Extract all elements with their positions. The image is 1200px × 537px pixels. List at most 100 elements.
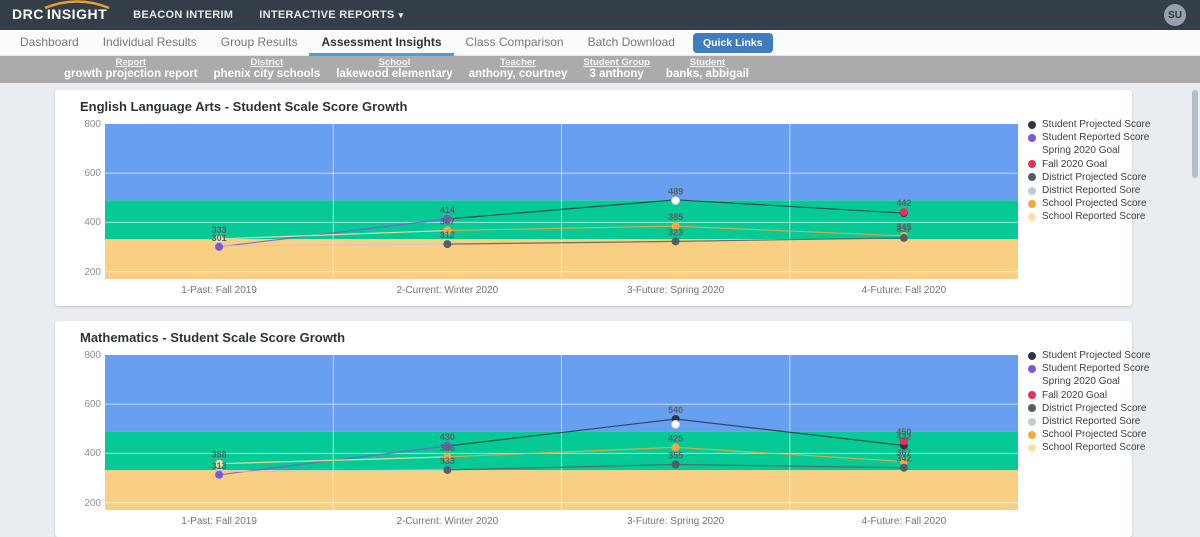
legend-dot-icon bbox=[1028, 121, 1036, 129]
logo-drc-text: DRC bbox=[12, 6, 44, 22]
tab-class-comparison[interactable]: Class Comparison bbox=[454, 30, 576, 56]
data-point-label: 414 bbox=[440, 205, 455, 215]
user-avatar[interactable]: SU bbox=[1164, 4, 1186, 26]
context-label-link[interactable]: Student bbox=[690, 58, 725, 68]
legend-dot-icon bbox=[1028, 365, 1036, 373]
context-label-link[interactable]: Student Group bbox=[583, 58, 650, 68]
data-point-label: 425 bbox=[668, 433, 683, 443]
y-tick-label: 600 bbox=[69, 168, 101, 179]
legend-dot-icon bbox=[1028, 391, 1036, 399]
context-value: lakewood elementary bbox=[336, 68, 452, 81]
data-point-label: 345 bbox=[896, 222, 911, 232]
context-report: Reportgrowth projection report bbox=[64, 58, 198, 81]
x-tick-label: 1-Past: Fall 2019 bbox=[181, 516, 257, 527]
legend-dot-icon bbox=[1028, 173, 1036, 181]
top-navigation-bar: DRC INSIGHT BEACON INTERIM INTERACTIVE R… bbox=[0, 0, 1200, 30]
logo-swoosh-icon bbox=[43, 0, 111, 9]
legend-item-student-projected-score[interactable]: Student Projected Score bbox=[1028, 349, 1188, 362]
context-teacher: Teacheranthony, courtney bbox=[469, 58, 568, 81]
data-point-label: 367 bbox=[440, 217, 455, 227]
context-value: anthony, courtney bbox=[469, 68, 568, 81]
y-tick-label: 400 bbox=[69, 448, 101, 459]
x-axis-labels: 1-Past: Fall 20192-Current: Winter 20203… bbox=[105, 516, 1018, 530]
data-point[interactable] bbox=[900, 208, 908, 216]
context-label-link[interactable]: Teacher bbox=[500, 58, 536, 68]
data-point[interactable] bbox=[215, 243, 223, 251]
context-label-link[interactable]: Report bbox=[115, 58, 146, 68]
data-point-label: 385 bbox=[668, 212, 683, 222]
data-point-label: 312 bbox=[440, 230, 455, 240]
x-tick-label: 3-Future: Spring 2020 bbox=[627, 516, 724, 527]
x-tick-label: 2-Current: Winter 2020 bbox=[397, 285, 499, 296]
report-tab-bar: DashboardIndividual ResultsGroup Results… bbox=[0, 30, 1200, 56]
legend-item-spring-2020-goal[interactable]: Spring 2020 Goal bbox=[1028, 144, 1188, 157]
data-point[interactable] bbox=[672, 420, 680, 428]
legend-item-fall-2020-goal[interactable]: Fall 2020 Goal bbox=[1028, 389, 1188, 402]
data-point[interactable] bbox=[900, 234, 908, 242]
context-value: phenix city schools bbox=[214, 68, 321, 81]
legend-item-school-reported-score[interactable]: School Reported Score bbox=[1028, 210, 1188, 223]
data-point[interactable] bbox=[672, 461, 680, 469]
y-tick-label: 600 bbox=[69, 399, 101, 410]
legend-label: School Reported Score bbox=[1042, 211, 1145, 222]
legend-item-district-reported-sore[interactable]: District Reported Sore bbox=[1028, 184, 1188, 197]
legend-item-spring-2020-goal[interactable]: Spring 2020 Goal bbox=[1028, 375, 1188, 388]
legend-item-school-projected-score[interactable]: School Projected Score bbox=[1028, 197, 1188, 210]
context-label-link[interactable]: School bbox=[379, 58, 411, 68]
x-tick-label: 1-Past: Fall 2019 bbox=[181, 285, 257, 296]
chart-legend: Student Projected ScoreStudent Reported … bbox=[1028, 118, 1188, 224]
data-point[interactable] bbox=[443, 240, 451, 248]
context-value: growth projection report bbox=[64, 68, 198, 81]
data-point-label: 323 bbox=[668, 227, 683, 237]
tab-dashboard[interactable]: Dashboard bbox=[8, 30, 91, 56]
interactive-reports-menu[interactable]: INTERACTIVE REPORTS▾ bbox=[259, 9, 403, 21]
legend-item-district-reported-sore[interactable]: District Reported Sore bbox=[1028, 415, 1188, 428]
tab-assessment-insights[interactable]: Assessment Insights bbox=[309, 30, 453, 56]
tab-group-results[interactable]: Group Results bbox=[209, 30, 310, 56]
legend-item-fall-2020-goal[interactable]: Fall 2020 Goal bbox=[1028, 158, 1188, 171]
context-value: 3 anthony bbox=[590, 68, 644, 81]
legend-item-school-projected-score[interactable]: School Projected Score bbox=[1028, 428, 1188, 441]
legend-dot-icon bbox=[1028, 200, 1036, 208]
legend-label: Student Projected Score bbox=[1042, 350, 1150, 361]
drc-insight-logo[interactable]: DRC INSIGHT bbox=[12, 6, 107, 24]
legend-label: Spring 2020 Goal bbox=[1042, 376, 1120, 387]
quick-links-button[interactable]: Quick Links bbox=[693, 33, 773, 53]
context-value: banks, abbigail bbox=[666, 68, 749, 81]
legend-label: District Projected Score bbox=[1042, 403, 1146, 414]
x-axis-labels: 1-Past: Fall 20192-Current: Winter 20203… bbox=[105, 285, 1018, 299]
legend-label: District Projected Score bbox=[1042, 172, 1146, 183]
vertical-scrollbar[interactable] bbox=[1192, 32, 1198, 532]
data-point[interactable] bbox=[215, 471, 223, 479]
context-student-group: Student Group3 anthony bbox=[583, 58, 650, 81]
data-point[interactable] bbox=[900, 464, 908, 472]
legend-label: School Projected Score bbox=[1042, 198, 1147, 209]
x-tick-label: 4-Future: Fall 2020 bbox=[862, 285, 947, 296]
legend-item-district-projected-score[interactable]: District Projected Score bbox=[1028, 171, 1188, 184]
data-point[interactable] bbox=[672, 237, 680, 245]
data-point[interactable] bbox=[443, 466, 451, 474]
context-label-link[interactable]: District bbox=[251, 58, 284, 68]
chart-plot-area[interactable]: 301414489442323337312367385345333 bbox=[105, 124, 1018, 279]
scrollbar-thumb[interactable] bbox=[1192, 90, 1198, 178]
legend-label: Fall 2020 Goal bbox=[1042, 159, 1107, 170]
data-point-label: 367 bbox=[896, 448, 911, 458]
legend-dot-icon bbox=[1028, 147, 1036, 155]
legend-item-school-reported-score[interactable]: School Reported Score bbox=[1028, 441, 1188, 454]
tab-individual-results[interactable]: Individual Results bbox=[91, 30, 209, 56]
chart-plot-area[interactable]: 540432313430450355342333386425367358 bbox=[105, 355, 1018, 510]
legend-item-district-projected-score[interactable]: District Projected Score bbox=[1028, 402, 1188, 415]
data-point[interactable] bbox=[672, 197, 680, 205]
context-student: Studentbanks, abbigail bbox=[666, 58, 749, 81]
data-point-label: 489 bbox=[668, 187, 683, 197]
legend-item-student-projected-score[interactable]: Student Projected Score bbox=[1028, 118, 1188, 131]
context-district: Districtphenix city schools bbox=[214, 58, 321, 81]
tab-batch-download[interactable]: Batch Download bbox=[576, 30, 687, 56]
legend-item-student-reported-score[interactable]: Student Reported Score bbox=[1028, 131, 1188, 144]
y-axis-ticks: 200400600800 bbox=[69, 124, 101, 279]
legend-label: Spring 2020 Goal bbox=[1042, 145, 1120, 156]
chart-title: English Language Arts - Student Scale Sc… bbox=[80, 99, 407, 114]
legend-item-student-reported-score[interactable]: Student Reported Score bbox=[1028, 362, 1188, 375]
y-tick-label: 200 bbox=[69, 498, 101, 509]
y-tick-label: 200 bbox=[69, 267, 101, 278]
